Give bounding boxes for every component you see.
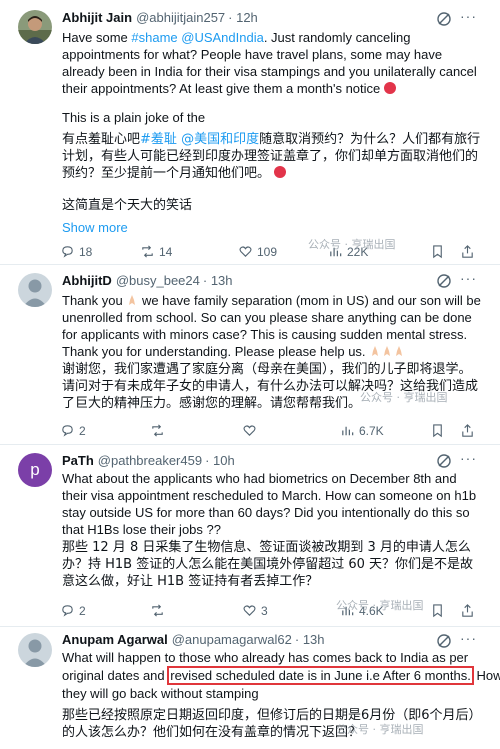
reply-icon — [62, 425, 73, 437]
user-handle[interactable]: @abhijitjain257 — [136, 10, 225, 25]
watermark: 公众号 · 亨瑞出国 — [336, 723, 424, 736]
display-name[interactable]: Abhijit Jain — [62, 10, 132, 25]
avatar[interactable] — [18, 273, 52, 307]
display-name[interactable]: Anupam Agarwal — [62, 632, 168, 647]
tweet-text: Have some #shame @USAndIndia. Just rando… — [62, 30, 477, 96]
tweet-text-line: What will happen to those who already ha… — [62, 650, 469, 665]
default-avatar-icon — [18, 633, 52, 667]
display-name[interactable]: PaTh — [62, 453, 94, 468]
watermark: 公众号 · 亨瑞出国 — [308, 238, 396, 251]
bookmark-icon[interactable] — [430, 244, 445, 259]
translation-text-line: 这简直是个天大的笑话 — [62, 198, 193, 213]
retweet-button[interactable]: 14 — [140, 244, 172, 259]
like-count: 3 — [261, 603, 268, 618]
reply-count: 2 — [79, 603, 86, 618]
tweet-text-line: This is a plain joke of the — [62, 110, 206, 125]
mention-link-cn[interactable]: @美国和印度 — [181, 132, 259, 147]
reply-icon — [62, 246, 73, 258]
angry-face-icon — [383, 82, 396, 94]
like-button[interactable]: 109 — [238, 244, 277, 259]
avatar[interactable] — [18, 633, 52, 667]
bookmark-icon[interactable] — [430, 603, 445, 618]
retweet-icon — [152, 604, 163, 617]
views-button[interactable]: 6.7K — [340, 423, 384, 438]
heart-icon — [243, 605, 256, 616]
watermark: 公众号 · 亨瑞出国 — [336, 599, 424, 612]
tweet-4[interactable]: Anupam Agarwal @anupamagarwal62 · 13h ··… — [0, 627, 500, 749]
translation-text: 那些 12 月 8 日采集了生物信息、签证面谈被改期到 3 月的申请人怎么办？持… — [62, 540, 474, 589]
translation-text: 有点羞耻心吧#羞耻 @美国和印度随意取消预约？为什么？人们都有旅行计划，有些人可… — [62, 132, 481, 181]
tweet-3[interactable]: p PaTh @pathbreaker459 · 10h ··· What ab… — [0, 445, 500, 625]
heart-icon — [243, 425, 256, 436]
more-options-icon[interactable]: ··· — [460, 630, 477, 646]
like-count: 109 — [257, 244, 278, 259]
reply-button[interactable]: 18 — [60, 244, 92, 259]
like-button[interactable] — [242, 423, 261, 438]
grok-icon[interactable] — [436, 11, 452, 27]
folded-hands-icon — [129, 295, 136, 305]
hashtag-link-cn[interactable]: #羞耻 — [140, 132, 177, 147]
mention-link[interactable]: @USAndIndia — [181, 30, 264, 45]
user-handle[interactable]: @busy_bee24 — [116, 273, 200, 288]
reply-count: 2 — [79, 423, 86, 438]
show-more-link[interactable]: Show more — [62, 219, 482, 236]
grok-icon[interactable] — [436, 273, 452, 289]
retweet-icon — [152, 424, 163, 437]
avatar-photo-icon — [18, 10, 52, 44]
retweet-button[interactable] — [150, 603, 169, 618]
hashtag-link[interactable]: #shame — [131, 30, 177, 45]
avatar[interactable]: p — [18, 453, 52, 487]
watermark: 公众号 · 亨瑞出国 — [360, 391, 448, 404]
tweet-text: Thank you we have family separation (mom… — [62, 293, 481, 359]
bookmark-icon[interactable] — [430, 423, 445, 438]
like-button[interactable]: 3 — [242, 603, 268, 618]
more-options-icon[interactable]: ··· — [460, 8, 477, 24]
default-avatar-icon — [18, 273, 52, 307]
folded-hands-icon — [372, 346, 379, 356]
tweet-text-line: original dates and revised scheduled dat… — [62, 666, 500, 685]
more-options-icon[interactable]: ··· — [460, 450, 477, 466]
share-icon[interactable] — [460, 423, 475, 438]
reply-icon — [62, 605, 73, 617]
tweet-text-line: they will go back without stamping — [62, 686, 259, 701]
reply-button[interactable]: 2 — [60, 423, 86, 438]
action-bar: 18 14 109 22K — [56, 244, 486, 262]
timestamp[interactable]: · 12h — [228, 10, 258, 25]
highlighted-text: revised scheduled date is in June i.e Af… — [167, 666, 474, 685]
tweet-1[interactable]: Abhijit Jain @abhijitjain257 · 12h ··· H… — [0, 0, 500, 262]
user-handle[interactable]: @pathbreaker459 — [98, 453, 202, 468]
more-options-icon[interactable]: ··· — [460, 270, 477, 286]
reply-count: 18 — [79, 244, 93, 259]
timestamp[interactable]: · 13h — [295, 632, 325, 647]
avatar[interactable] — [18, 10, 52, 44]
angry-face-icon — [274, 166, 287, 178]
share-icon[interactable] — [460, 244, 475, 259]
retweet-count: 14 — [159, 244, 173, 259]
retweet-button[interactable] — [150, 423, 169, 438]
display-name[interactable]: AbhijitD — [62, 273, 112, 288]
reply-button[interactable]: 2 — [60, 603, 86, 618]
grok-icon[interactable] — [436, 633, 452, 649]
views-icon — [342, 426, 354, 436]
folded-hands-icon — [396, 346, 403, 356]
avatar-letter: p — [30, 460, 40, 479]
tweet-2[interactable]: AbhijitD @busy_bee24 · 13h ··· Thank you… — [0, 265, 500, 443]
user-handle[interactable]: @anupamagarwal62 — [172, 632, 292, 647]
retweet-icon — [142, 245, 153, 258]
tweet-text: What about the applicants who had biomet… — [62, 471, 477, 537]
grok-icon[interactable] — [436, 453, 452, 469]
heart-icon — [239, 246, 252, 257]
views-count: 6.7K — [359, 423, 384, 438]
timestamp[interactable]: · 10h — [205, 453, 235, 468]
share-icon[interactable] — [460, 603, 475, 618]
action-bar: 2 6.7K — [56, 423, 486, 441]
folded-hands-icon — [384, 346, 391, 356]
timestamp[interactable]: · 13h — [203, 273, 233, 288]
